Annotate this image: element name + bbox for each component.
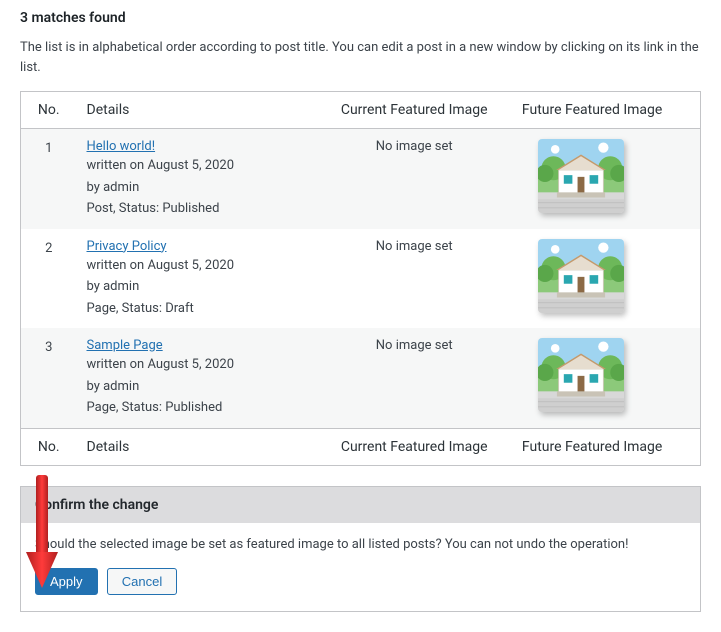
future-image-cell	[512, 129, 701, 229]
post-title-link[interactable]: Hello world!	[87, 139, 156, 154]
col-header-future: Future Featured Image	[512, 92, 701, 129]
details-line: written on August 5, 2020	[87, 355, 307, 375]
details-line: Page, Status: Published	[87, 398, 307, 418]
col-footer-no: No.	[21, 428, 77, 465]
matches-heading: 3 matches found	[20, 10, 701, 26]
col-footer-details: Details	[77, 428, 317, 465]
post-title-link[interactable]: Privacy Policy	[87, 239, 167, 254]
apply-button[interactable]: Apply	[35, 568, 98, 595]
post-title-link[interactable]: Sample Page	[87, 338, 163, 353]
matches-table: No. Details Current Featured Image Futur…	[20, 91, 701, 466]
col-header-no: No.	[21, 92, 77, 129]
table-row: 2 Privacy Policy written on August 5, 2020…	[21, 229, 701, 329]
col-header-current: Current Featured Image	[317, 92, 512, 129]
details-line: Post, Status: Published	[87, 199, 307, 219]
details-line: by admin	[87, 178, 307, 198]
col-footer-current: Current Featured Image	[317, 428, 512, 465]
row-details: Hello world! written on August 5, 2020by …	[77, 129, 317, 229]
table-row: 1 Hello world! written on August 5, 2020by…	[21, 129, 701, 229]
current-image-text: No image set	[376, 338, 453, 353]
row-number: 1	[21, 129, 77, 229]
details-line: written on August 5, 2020	[87, 256, 307, 276]
cancel-button[interactable]: Cancel	[107, 568, 177, 595]
confirm-text: Should the selected image be set as feat…	[35, 537, 686, 552]
current-image-text: No image set	[376, 239, 453, 254]
details-line: by admin	[87, 277, 307, 297]
house-thumbnail-icon	[538, 239, 624, 313]
details-line: Page, Status: Draft	[87, 299, 307, 319]
details-line: by admin	[87, 377, 307, 397]
confirm-heading: Confirm the change	[21, 487, 700, 523]
future-image-cell	[512, 229, 701, 329]
details-line: written on August 5, 2020	[87, 156, 307, 176]
current-image-text: No image set	[376, 139, 453, 154]
house-thumbnail-icon	[538, 338, 624, 412]
row-number: 2	[21, 229, 77, 329]
row-details: Privacy Policy written on August 5, 2020b…	[77, 229, 317, 329]
future-image-cell	[512, 328, 701, 428]
current-image-cell: No image set	[317, 129, 512, 229]
row-details: Sample Page written on August 5, 2020by a…	[77, 328, 317, 428]
col-footer-future: Future Featured Image	[512, 428, 701, 465]
house-thumbnail-icon	[538, 139, 624, 213]
matches-description: The list is in alphabetical order accord…	[20, 38, 701, 77]
row-number: 3	[21, 328, 77, 428]
current-image-cell: No image set	[317, 328, 512, 428]
confirm-box: Confirm the change Should the selected i…	[20, 486, 701, 612]
col-header-details: Details	[77, 92, 317, 129]
table-row: 3 Sample Page written on August 5, 2020by …	[21, 328, 701, 428]
current-image-cell: No image set	[317, 229, 512, 329]
